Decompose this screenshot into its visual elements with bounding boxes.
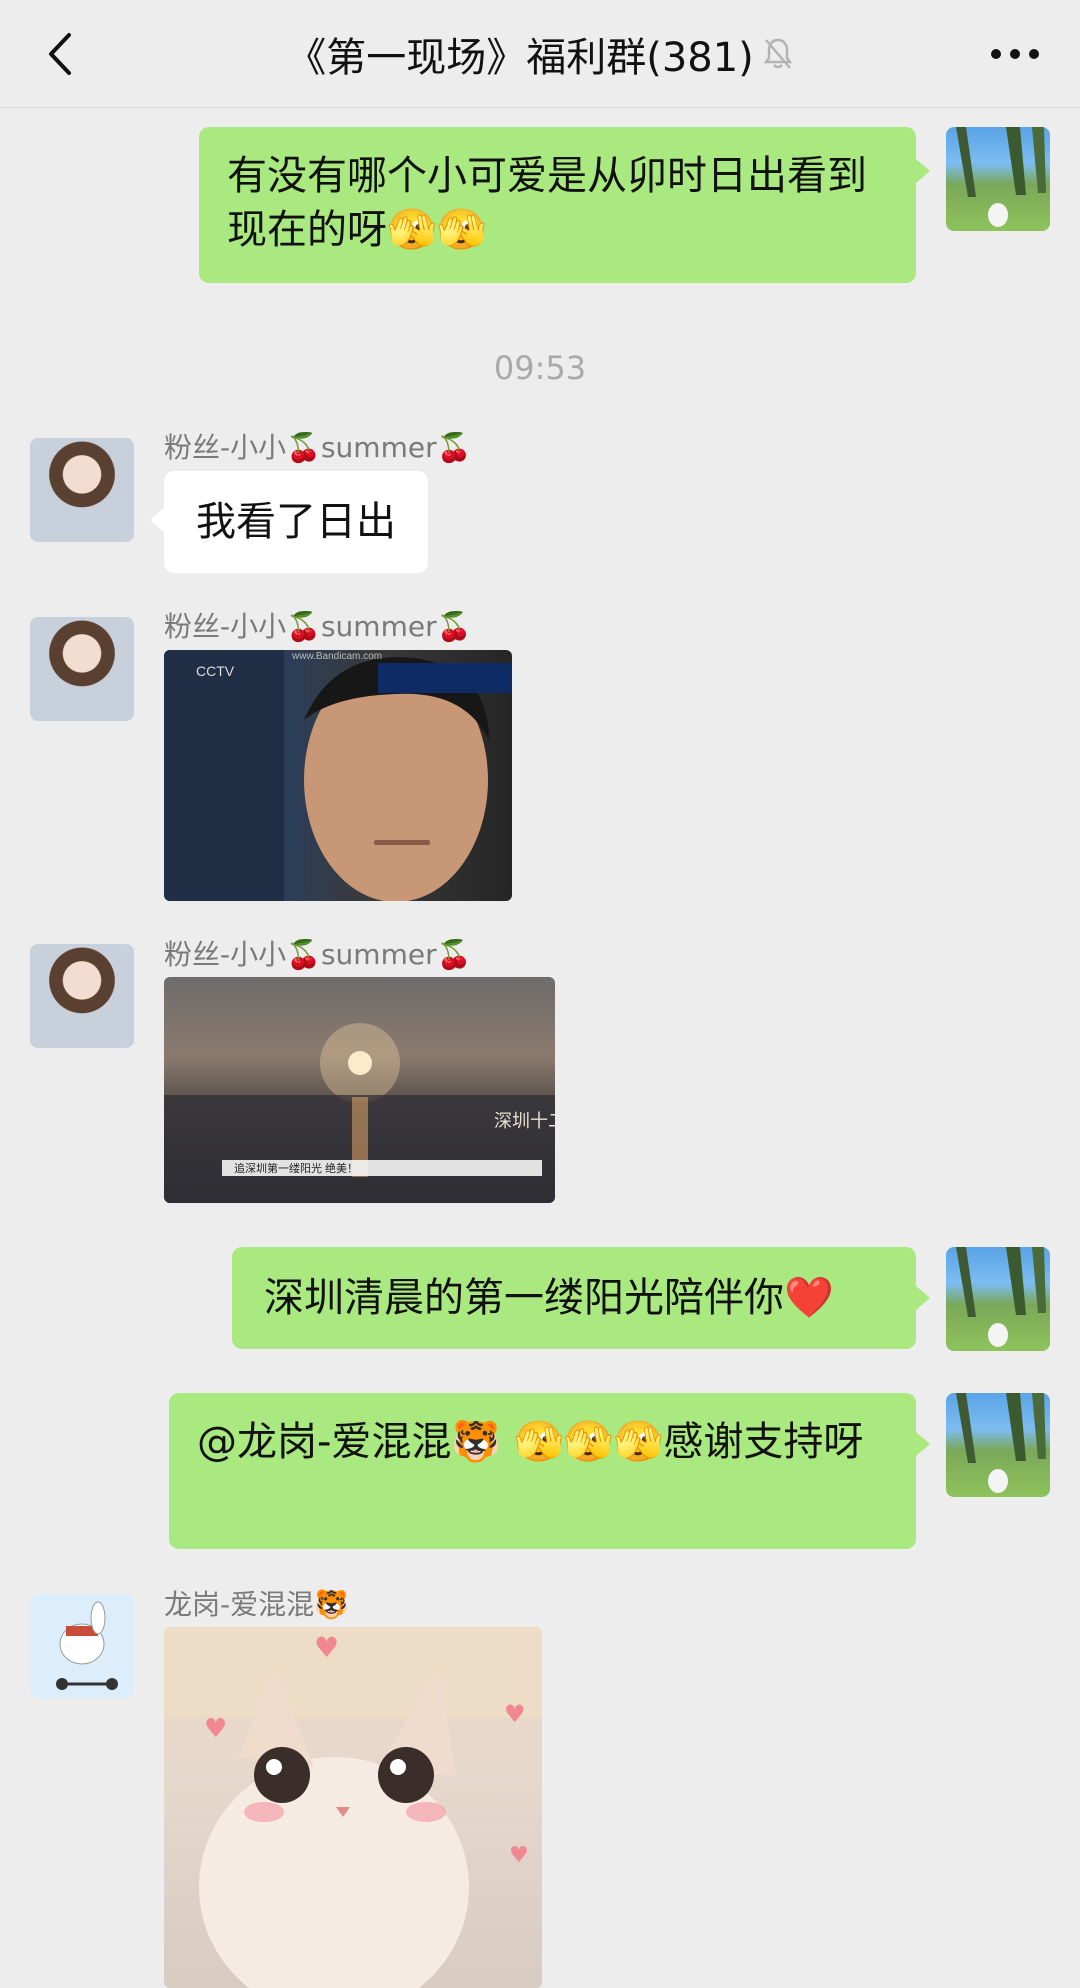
tv-screenshot-image: CCTV www.Bandicam.com [164,650,512,901]
svg-text:♥: ♥ [509,1843,529,1868]
svg-text:♥: ♥ [204,1714,227,1744]
back-button[interactable] [30,22,90,86]
mute-bell-icon [762,36,794,72]
avatar-sender[interactable] [30,1594,134,1698]
bubble-tail [916,1432,930,1456]
avatar-sender[interactable] [30,438,134,542]
message-text: 有没有哪个小可爱是从卯时日出看到现在的呀🫣🫣 [227,153,867,253]
cat-sticker-image: ♥ ♥ ♥ ♥ [164,1627,542,1988]
avatar-self[interactable] [946,127,1050,231]
svg-text:♥: ♥ [314,1631,339,1664]
avatar-sender[interactable] [30,617,134,721]
bubble-tail [916,1286,930,1310]
sunrise-image: 追深圳第一缕阳光 绝美！ 深圳十二时辰 [164,1023,555,1203]
sender-nickname: 龙岗-爱混混🐯 [164,1588,349,1621]
bubble-tail [916,159,930,183]
image-message[interactable]: ♥ ♥ ♥ ♥ [164,1627,542,1988]
chevron-left-icon [49,33,71,75]
avatar-sender[interactable] [30,944,134,1048]
sender-nickname: 粉丝-小小🍒summer🍒 [164,938,472,971]
image-message[interactable]: CCTV www.Bandicam.com [164,650,512,901]
chat-title: 《第一现场》福利群(381) [150,24,930,84]
avatar-self[interactable] [946,1393,1050,1497]
svg-text:CCTV: CCTV [196,663,235,679]
svg-text:追深圳第一缕阳光 绝美！: 追深圳第一缕阳光 绝美！ [234,1161,358,1175]
message-bubble-self[interactable]: 深圳清晨的第一缕阳光陪伴你❤️ [232,1247,916,1349]
more-dots-icon [991,49,1039,59]
message-text: @龙岗-爱混混🐯 🫣🫣🫣感谢支持呀 [197,1419,864,1465]
more-options-button[interactable] [980,30,1050,78]
chat-header: 《第一现场》福利群(381) [0,0,1080,108]
svg-text:♥: ♥ [504,1700,526,1728]
sender-nickname: 粉丝-小小🍒summer🍒 [164,431,472,464]
image-message[interactable]: 追深圳第一缕阳光 绝美！ 深圳十二时辰 [164,977,555,1203]
svg-text:深圳十二时辰: 深圳十二时辰 [494,1111,555,1131]
message-bubble-other[interactable]: 我看了日出 [164,471,428,573]
group-name: 《第一现场》福利群(381) [286,35,754,81]
svg-text:www.Bandicam.com: www.Bandicam.com [291,651,382,662]
message-bubble-self[interactable]: @龙岗-爱混混🐯 🫣🫣🫣感谢支持呀 [169,1393,916,1549]
sender-nickname: 粉丝-小小🍒summer🍒 [164,610,472,643]
bubble-tail [150,508,164,532]
message-timestamp: 09:53 [493,349,587,387]
message-text: 深圳清晨的第一缕阳光陪伴你❤️ [264,1275,834,1321]
avatar-self[interactable] [946,1247,1050,1351]
message-text: 我看了日出 [196,499,396,545]
message-bubble-self[interactable]: 有没有哪个小可爱是从卯时日出看到现在的呀🫣🫣 [199,127,916,283]
